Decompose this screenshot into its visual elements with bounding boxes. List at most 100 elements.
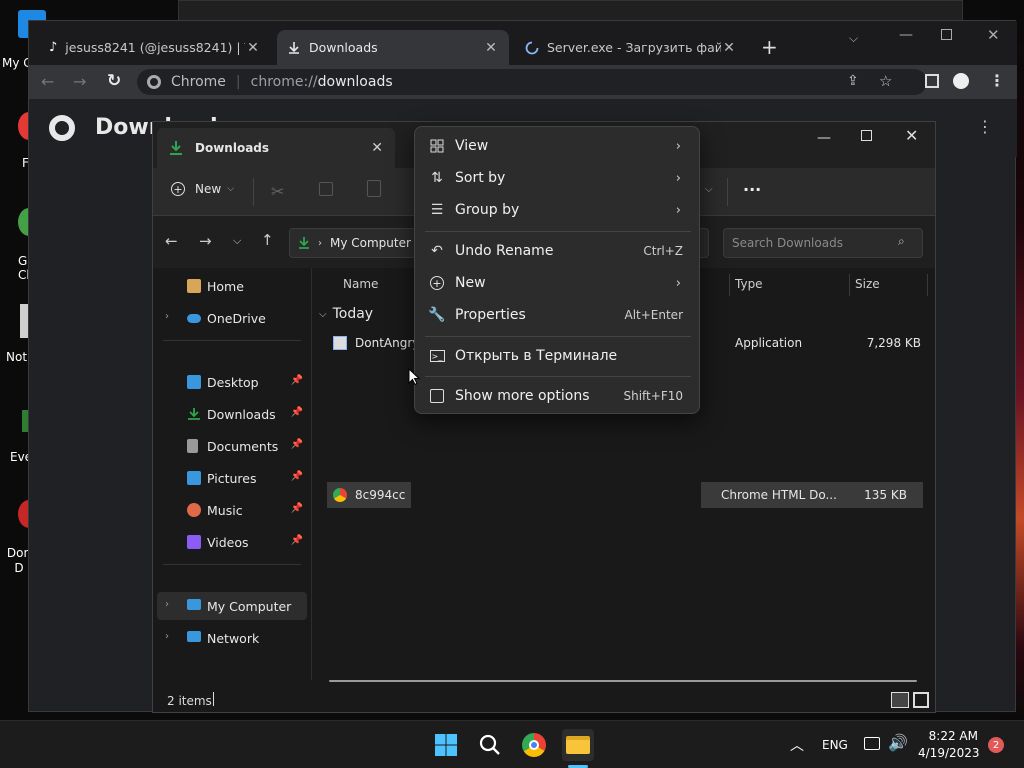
- chrome-menu-icon[interactable]: ⋮: [989, 71, 1005, 90]
- new-button[interactable]: + New ⌵: [171, 182, 234, 196]
- group-header-today[interactable]: ⌵ Today: [319, 306, 373, 322]
- menu-item-new[interactable]: + New ›: [419, 268, 695, 298]
- recent-locations-chevron-icon[interactable]: ⌵: [233, 234, 241, 248]
- pin-icon[interactable]: 📌: [291, 439, 303, 450]
- chevron-down-icon[interactable]: ⌵: [705, 184, 713, 195]
- tab-server-exe[interactable]: Server.exe - Загрузить файл или ✕: [515, 30, 747, 65]
- chevron-right-icon[interactable]: ›: [165, 599, 169, 610]
- menu-divider: [425, 376, 691, 377]
- chevron-right-icon[interactable]: ›: [165, 631, 169, 642]
- nav-item-label: Downloads: [207, 406, 276, 422]
- nav-item-desktop[interactable]: Desktop 📌: [157, 368, 307, 396]
- profile-avatar[interactable]: [953, 73, 969, 89]
- clock-time[interactable]: 8:22 AM: [922, 729, 978, 743]
- menu-item-undo-rename[interactable]: ↶ Undo Rename Ctrl+Z: [419, 236, 695, 266]
- nav-item-label: My Computer: [207, 598, 292, 614]
- maximize-icon[interactable]: [861, 130, 872, 141]
- omnibox-url-prefix: chrome://: [250, 74, 318, 90]
- forward-icon[interactable]: →: [199, 232, 212, 250]
- close-window-icon[interactable]: ✕: [987, 26, 1000, 44]
- tab-tiktok[interactable]: ♪ jesuss8241 (@jesuss8241) | TikTok ✕: [39, 30, 271, 65]
- nav-item-music[interactable]: Music 📌: [157, 496, 307, 524]
- close-tab-icon[interactable]: ✕: [721, 40, 737, 56]
- pin-icon[interactable]: 📌: [291, 407, 303, 418]
- menu-item-view[interactable]: View ›: [419, 131, 695, 161]
- tiles-view-icon[interactable]: [913, 692, 929, 708]
- nav-item-home[interactable]: Home: [157, 272, 307, 300]
- up-icon[interactable]: ↑: [261, 231, 274, 249]
- menu-item-properties[interactable]: 🔧 Properties Alt+Enter: [419, 300, 695, 330]
- omnibox[interactable]: Chrome | chrome://downloads ⇪ ☆: [137, 69, 927, 95]
- menu-item-group-by[interactable]: ☰ Group by ›: [419, 195, 695, 225]
- menu-item-sort-by[interactable]: ⇅ Sort by ›: [419, 163, 695, 193]
- new-tab-button[interactable]: +: [761, 35, 778, 59]
- close-tab-icon[interactable]: ✕: [483, 40, 499, 56]
- back-icon[interactable]: ←: [165, 232, 178, 250]
- copy-icon[interactable]: [319, 182, 333, 196]
- nav-item-onedrive[interactable]: › OneDrive: [157, 304, 307, 332]
- close-window-icon[interactable]: ✕: [905, 126, 918, 145]
- plus-circle-icon: +: [171, 182, 185, 196]
- menu-item-label: Sort by: [455, 170, 506, 186]
- close-tab-icon[interactable]: ✕: [245, 40, 261, 56]
- explorer-tab-downloads[interactable]: Downloads ✕: [157, 128, 395, 168]
- show-hidden-icons-chevron-icon[interactable]: ︿: [790, 735, 804, 755]
- nav-item-videos[interactable]: Videos 📌: [157, 528, 307, 556]
- tab-title: jesuss8241 (@jesuss8241) | TikTok: [65, 40, 245, 55]
- file-type: Chrome HTML Do...: [721, 488, 837, 502]
- pin-icon[interactable]: 📌: [291, 375, 303, 386]
- menu-item-label: New: [455, 275, 486, 291]
- chrome-toolbar: ← → ↻ Chrome | chrome://downloads ⇪ ☆ ⋮: [29, 65, 1017, 99]
- chrome-logo-icon: [49, 115, 75, 141]
- chevron-right-icon[interactable]: ›: [165, 311, 169, 322]
- start-windows-icon[interactable]: [430, 729, 462, 761]
- column-header-type[interactable]: Type: [735, 268, 763, 300]
- side-panel-icon[interactable]: [925, 74, 939, 88]
- minimize-icon[interactable]: —: [817, 130, 831, 146]
- back-icon[interactable]: ←: [41, 72, 54, 91]
- downloads-menu-icon[interactable]: ⋮: [977, 117, 993, 136]
- tab-downloads[interactable]: Downloads ✕: [277, 30, 509, 65]
- nav-item-label: OneDrive: [207, 310, 266, 326]
- search-input[interactable]: Search Downloads ⌕: [723, 228, 923, 258]
- menu-item-open-terminal[interactable]: >_ Открыть в Терминале: [419, 341, 695, 371]
- breadcrumb-my-computer[interactable]: My Computer: [330, 236, 411, 250]
- file-explorer-taskbar-icon[interactable]: [562, 729, 594, 761]
- cut-icon[interactable]: ✂: [271, 182, 284, 201]
- reload-icon[interactable]: ↻: [107, 71, 121, 91]
- details-view-icon[interactable]: [891, 692, 909, 708]
- view-grid-icon: [419, 139, 455, 153]
- nav-item-documents[interactable]: Documents 📌: [157, 432, 307, 460]
- chrome-taskbar-icon[interactable]: [518, 729, 550, 761]
- clock-date[interactable]: 4/19/2023: [918, 746, 980, 760]
- nav-item-pictures[interactable]: Pictures 📌: [157, 464, 307, 492]
- paste-icon[interactable]: [367, 180, 381, 197]
- music-folder-icon: [187, 503, 201, 517]
- volume-icon[interactable]: 🔊: [888, 733, 908, 752]
- nav-item-network[interactable]: › Network: [157, 624, 307, 652]
- column-header-size[interactable]: Size: [855, 268, 880, 300]
- pin-icon[interactable]: 📌: [291, 503, 303, 514]
- pin-icon[interactable]: 📌: [291, 535, 303, 546]
- menu-item-show-more-options[interactable]: Show more options Shift+F10: [419, 381, 695, 411]
- maximize-icon[interactable]: [941, 29, 952, 40]
- pin-icon[interactable]: 📌: [291, 471, 303, 482]
- forward-icon[interactable]: →: [73, 72, 86, 91]
- notification-badge[interactable]: 2: [988, 737, 1004, 753]
- bookmark-star-icon[interactable]: ☆: [879, 72, 892, 90]
- search-icon[interactable]: [474, 729, 506, 761]
- network-status-icon[interactable]: [864, 737, 880, 750]
- share-icon[interactable]: ⇪: [847, 73, 859, 89]
- nav-item-downloads[interactable]: Downloads 📌: [157, 400, 307, 428]
- minimize-icon[interactable]: —: [899, 27, 913, 43]
- nav-item-my-computer[interactable]: › My Computer: [157, 592, 307, 620]
- tab-title: Downloads: [309, 40, 378, 55]
- see-more-icon[interactable]: ···: [743, 180, 761, 199]
- language-indicator[interactable]: ENG: [822, 738, 848, 752]
- column-header-name[interactable]: Name: [343, 268, 378, 300]
- tab-search-chevron-icon[interactable]: ⌵: [849, 31, 858, 46]
- file-row-selected-tail[interactable]: Chrome HTML Do... 135 KB: [701, 482, 923, 508]
- file-name: 8c994cc: [355, 488, 406, 502]
- column-divider: [927, 274, 928, 296]
- close-tab-icon[interactable]: ✕: [371, 140, 383, 156]
